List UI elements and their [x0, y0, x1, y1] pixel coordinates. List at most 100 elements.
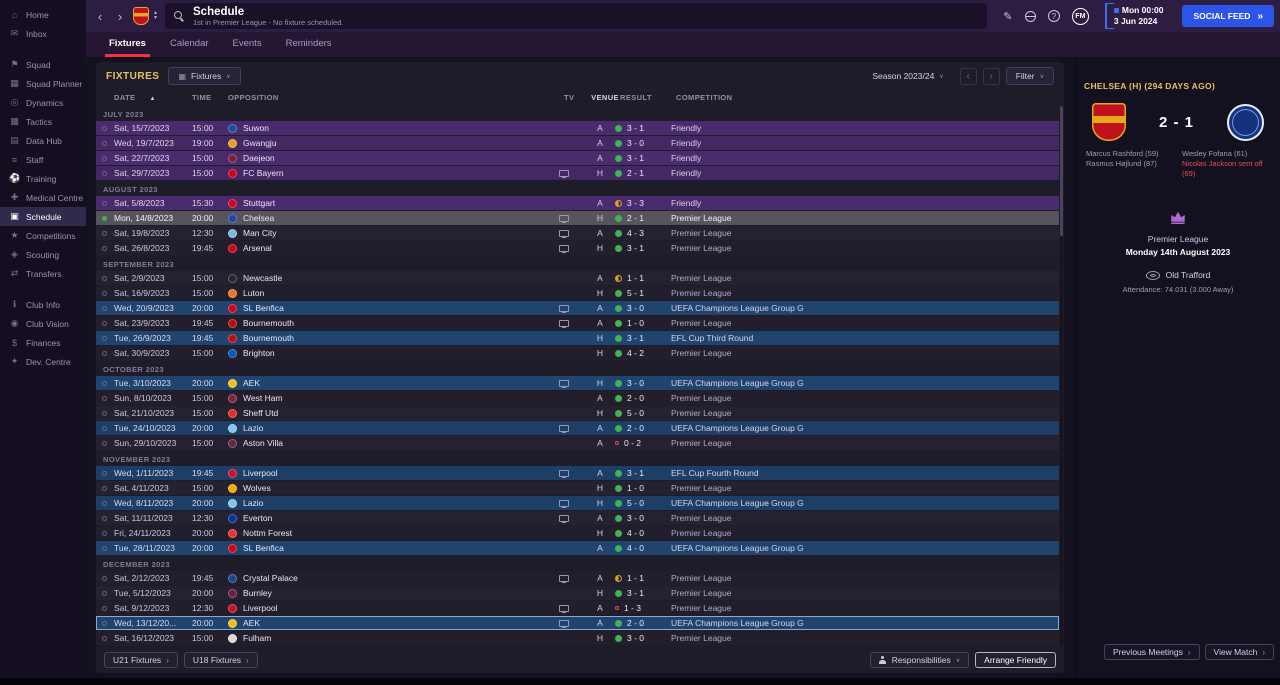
- column-header-date[interactable]: DATE ▲: [114, 93, 192, 102]
- fixtures-view-dropdown[interactable]: ▦ Fixtures ∨: [168, 67, 241, 85]
- search-icon[interactable]: [174, 10, 185, 22]
- season-prev-button[interactable]: ‹: [959, 67, 977, 85]
- edit-icon[interactable]: ✎: [997, 10, 1019, 23]
- home-team-crest-icon[interactable]: [1092, 103, 1126, 141]
- fixture-row[interactable]: Wed, 20/9/2023 20:00 SL Benfica A 3 - 0 UEFA …: [96, 301, 1059, 315]
- match-status-icon: [102, 245, 107, 251]
- fixture-row[interactable]: Wed, 8/11/2023 20:00 Lazio H 5 - 0 UEFA Champ…: [96, 496, 1059, 510]
- tab-calendar[interactable]: Calendar: [159, 32, 220, 57]
- fixture-row[interactable]: Mon, 14/8/2023 20:00 Chelsea H 2 - 1 Premier …: [96, 211, 1059, 225]
- fixture-row[interactable]: Sat, 23/9/2023 19:45 Bournemouth A 1 - 0 Prem…: [96, 316, 1059, 330]
- social-feed-button[interactable]: SOCIAL FEED »: [1182, 5, 1274, 27]
- club-crest-icon[interactable]: [133, 7, 149, 25]
- sidebar-item-label: Club Vision: [26, 318, 69, 329]
- sidebar-item-transfers[interactable]: ⇄ Transfers: [0, 264, 86, 283]
- fixture-row[interactable]: Sat, 2/12/2023 19:45 Crystal Palace A 1 - 1 P…: [96, 571, 1059, 585]
- fixture-row[interactable]: Sun, 8/10/2023 15:00 West Ham A 2 - 0 Premier…: [96, 391, 1059, 405]
- fixture-row[interactable]: Sat, 19/8/2023 12:30 Man City A 4 - 3 Premier…: [96, 226, 1059, 240]
- match-status-icon: [102, 530, 107, 536]
- fixture-row[interactable]: Fri, 24/11/2023 20:00 Nottm Forest H 4 - 0 Pr…: [96, 526, 1059, 540]
- fixture-row[interactable]: Wed, 19/7/2023 19:00 Gwangju A 3 - 0 Friendly: [96, 136, 1059, 150]
- sidebar-item-inbox[interactable]: ✉ Inbox: [0, 24, 86, 43]
- column-header-tv[interactable]: TV: [564, 93, 590, 102]
- u18-fixtures-button[interactable]: U18 Fixtures ›: [183, 652, 258, 668]
- opposition-crest-icon: [228, 468, 237, 478]
- sidebar-item-competitions[interactable]: ★ Competitions: [0, 226, 86, 245]
- sidebar-item-scouting[interactable]: ◈ Scouting: [0, 245, 86, 264]
- fixture-row[interactable]: Sat, 29/7/2023 15:00 FC Bayern H 2 - 1 Friend…: [96, 166, 1059, 180]
- sidebar-item-training[interactable]: ⚽ Training: [0, 169, 86, 188]
- arrange-friendly-button[interactable]: Arrange Friendly: [975, 652, 1056, 668]
- game-date-widget[interactable]: Mon 00:00 3 Jun 2024: [1104, 3, 1173, 29]
- sidebar-item-home[interactable]: ⌂ Home: [0, 5, 86, 24]
- fixture-row[interactable]: Sat, 22/7/2023 15:00 Daejeon A 3 - 1 Friendly: [96, 151, 1059, 165]
- u21-fixtures-button[interactable]: U21 Fixtures ›: [104, 652, 178, 668]
- responsibilities-button[interactable]: Responsibilities ∨: [869, 652, 970, 668]
- tab-events[interactable]: Events: [222, 32, 273, 57]
- tab-fixtures[interactable]: Fixtures: [98, 32, 157, 57]
- fixture-row[interactable]: Sat, 16/12/2023 15:00 Fulham H 3 - 0 Premier …: [96, 631, 1059, 645]
- fixture-row[interactable]: Tue, 5/12/2023 20:00 Burnley H 3 - 1 Premier …: [96, 586, 1059, 600]
- fixture-competition: Premier League: [671, 438, 732, 448]
- sidebar-item-squad[interactable]: ⚑ Squad: [0, 55, 86, 74]
- fm-logo-icon[interactable]: FM: [1071, 7, 1089, 25]
- fixture-row[interactable]: Tue, 28/11/2023 20:00 SL Benfica A 4 - 0 UEFA…: [96, 541, 1059, 555]
- sidebar-item-tactics[interactable]: ▩ Tactics: [0, 112, 86, 131]
- screen-title-box[interactable]: Schedule 1st in Premier League - No fixt…: [165, 3, 987, 29]
- fixture-date: Tue, 3/10/2023: [114, 378, 171, 388]
- sidebar-item-squad-planner[interactable]: ▦ Squad Planner: [0, 74, 86, 93]
- tab-reminders[interactable]: Reminders: [275, 32, 343, 57]
- sidebar-item-staff[interactable]: ≡ Staff: [0, 150, 86, 169]
- fixture-row[interactable]: Sat, 2/9/2023 15:00 Newcastle A 1 - 1 Premier…: [96, 271, 1059, 285]
- fixture-row[interactable]: Sat, 4/11/2023 15:00 Wolves H 1 - 0 Premier L…: [96, 481, 1059, 495]
- opposition-name: FC Bayern: [243, 168, 284, 178]
- sidebar-item-schedule[interactable]: ▣ Schedule: [0, 207, 86, 226]
- fixture-row[interactable]: Sat, 11/11/2023 12:30 Everton A 3 - 0 Premier…: [96, 511, 1059, 525]
- fixture-row[interactable]: Tue, 26/9/2023 19:45 Bournemouth H 3 - 1 EFL …: [96, 331, 1059, 345]
- fixture-row[interactable]: Wed, 1/11/2023 19:45 Liverpool A 3 - 1 EFL Cu…: [96, 466, 1059, 480]
- season-dropdown[interactable]: Season 2023/24 ∨: [862, 67, 953, 85]
- forward-button[interactable]: ›: [110, 0, 130, 32]
- column-header-competition[interactable]: COMPETITION: [676, 93, 1060, 102]
- sidebar-item-dev-centre[interactable]: ✦ Dev. Centre: [0, 352, 86, 371]
- match-status-icon: [102, 485, 107, 491]
- away-team-crest-icon[interactable]: [1226, 103, 1264, 141]
- fixture-row[interactable]: Sat, 26/8/2023 19:45 Arsenal H 3 - 1 Premier …: [96, 241, 1059, 255]
- back-button[interactable]: ‹: [90, 0, 110, 32]
- help-icon[interactable]: ?: [1047, 10, 1060, 22]
- sidebar-item-finances[interactable]: $ Finances: [0, 333, 86, 352]
- fixture-competition: UEFA Champions League Group G: [671, 303, 804, 313]
- previous-meetings-button[interactable]: Previous Meetings ›: [1103, 644, 1200, 660]
- fixture-row[interactable]: Tue, 24/10/2023 20:00 Lazio A 2 - 0 UEFA Cham…: [96, 421, 1059, 435]
- column-header-time[interactable]: TIME: [192, 93, 228, 102]
- fixture-row[interactable]: Tue, 3/10/2023 20:00 AEK H 3 - 0 UEFA Champio…: [96, 376, 1059, 390]
- fixture-row[interactable]: Sat, 16/9/2023 15:00 Luton H 5 - 1 Premier Le…: [96, 286, 1059, 300]
- fixture-row[interactable]: Sat, 9/12/2023 12:30 Liverpool A 1 - 3 Premie…: [96, 601, 1059, 615]
- fixture-row[interactable]: Sat, 15/7/2023 15:00 Suwon A 3 - 1 Friendly: [96, 121, 1059, 135]
- column-header-result[interactable]: RESULT: [620, 93, 676, 102]
- fixture-date: Sat, 2/9/2023: [114, 273, 165, 283]
- season-next-button[interactable]: ›: [982, 67, 1000, 85]
- table-scrollbar[interactable]: [1060, 106, 1063, 645]
- status-cell: [100, 440, 114, 446]
- fixture-row[interactable]: Sat, 5/8/2023 15:30 Stuttgart A 3 - 3 Friendl…: [96, 196, 1059, 210]
- world-icon[interactable]: [1024, 10, 1036, 22]
- sidebar-item-dynamics[interactable]: ◎ Dynamics: [0, 93, 86, 112]
- column-header-venue[interactable]: VENUE: [590, 93, 620, 102]
- sidebar-item-club-info[interactable]: ℹ Club Info: [0, 295, 86, 314]
- fixture-row[interactable]: Sun, 29/10/2023 15:00 Aston Villa A 0 - 2 Pre…: [96, 436, 1059, 450]
- sidebar-item-club-vision[interactable]: ◉ Club Vision: [0, 314, 86, 333]
- filter-dropdown[interactable]: Filter ∨: [1005, 67, 1054, 85]
- sidebar-item-medical-centre[interactable]: ✚ Medical Centre: [0, 188, 86, 207]
- scrollbar-thumb[interactable]: [1060, 106, 1063, 236]
- fixture-row[interactable]: Sat, 30/9/2023 15:00 Brighton H 4 - 2 Premier…: [96, 346, 1059, 360]
- column-header-opposition[interactable]: OPPOSITION: [228, 93, 564, 102]
- opposition-name: Stuttgart: [243, 198, 276, 208]
- sidebar-item-data-hub[interactable]: ▤ Data Hub: [0, 131, 86, 150]
- match-status-icon: [102, 410, 107, 416]
- fixture-row[interactable]: Sat, 21/10/2023 15:00 Sheff Utd H 5 - 0 Premi…: [96, 406, 1059, 420]
- view-match-button[interactable]: View Match ›: [1204, 644, 1274, 660]
- team-switcher[interactable]: ▴ ▾: [154, 10, 157, 21]
- status-cell: [100, 515, 114, 521]
- fixture-row[interactable]: Wed, 13/12/20... 20:00 AEK A 2 - 0 UEFA Champ…: [96, 616, 1059, 630]
